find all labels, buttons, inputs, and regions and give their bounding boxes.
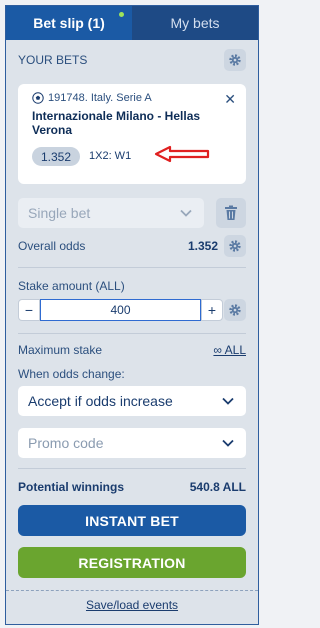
instant-bet-button[interactable]: INSTANT BET (18, 505, 246, 536)
chevron-down-icon (222, 439, 234, 447)
stake-input[interactable] (40, 299, 201, 321)
stake-decrease-button[interactable]: − (18, 299, 40, 321)
chevron-down-icon (180, 209, 192, 217)
odds-change-value: Accept if odds increase (28, 393, 173, 409)
chevron-down-icon (222, 397, 234, 405)
stake-settings-button[interactable] (224, 299, 246, 321)
arrow-annotation-icon (154, 145, 210, 163)
tab-bet-slip-label: Bet slip (1) (33, 15, 105, 31)
odds-change-label: When odds change: (18, 367, 125, 381)
max-stake-row: Maximum stake ∞ ALL (18, 343, 246, 357)
save-load-events-link[interactable]: Save/load events (6, 598, 258, 612)
trash-icon (225, 205, 237, 220)
registration-button[interactable]: REGISTRATION (18, 547, 246, 578)
notification-dot (119, 12, 124, 17)
divider (18, 267, 246, 268)
overall-odds-value: 1.352 (187, 239, 218, 253)
overall-odds-group: 1.352 (188, 235, 246, 257)
match-name: Internazionale Milano - Hellas Verona (32, 109, 201, 137)
max-stake-label: Maximum stake (18, 343, 103, 357)
close-icon[interactable]: ✕ (224, 91, 236, 108)
stake-header: Stake amount (ALL) (18, 279, 246, 293)
tab-bet-slip[interactable]: Bet slip (1) (6, 6, 132, 40)
bet-market: 1X2: W1 (89, 150, 132, 162)
stake-stepper: − + (18, 299, 223, 321)
bet-card: 191748. Italy. Serie A ✕ Internazionale … (18, 84, 246, 184)
divider (18, 468, 246, 469)
gear-icon (229, 304, 241, 316)
bet-slip-panel: Bet slip (1) My bets YOUR BETS 191748. I… (5, 5, 259, 625)
overall-odds-label: Overall odds (18, 239, 86, 253)
max-stake-link[interactable]: ∞ ALL (213, 343, 246, 357)
odds-settings-button[interactable] (224, 235, 246, 257)
bets-settings-button[interactable] (224, 49, 246, 71)
soccer-ball-icon (32, 92, 44, 104)
tab-bar: Bet slip (1) My bets (6, 6, 258, 40)
potential-winnings-row: Potential winnings 540.8 ALL (18, 480, 246, 494)
overall-odds-row: Overall odds 1.352 (18, 235, 246, 257)
potential-winnings-label: Potential winnings (18, 480, 125, 494)
gear-icon (229, 240, 241, 252)
promo-code-select[interactable]: Promo code (18, 428, 246, 458)
bet-odds-badge: 1.352 (32, 147, 80, 166)
your-bets-header: YOUR BETS (18, 49, 246, 71)
promo-code-placeholder: Promo code (28, 435, 104, 451)
gear-icon (229, 54, 241, 66)
stake-increase-button[interactable]: + (201, 299, 223, 321)
tab-my-bets[interactable]: My bets (132, 6, 258, 40)
bet-type-select[interactable]: Single bet (18, 198, 204, 228)
clear-bets-button[interactable] (216, 198, 246, 228)
divider (18, 333, 246, 334)
stake-label: Stake amount (ALL) (18, 279, 125, 293)
bet-type-value: Single bet (28, 205, 91, 221)
tab-my-bets-label: My bets (170, 15, 220, 31)
odds-change-header: When odds change: (18, 367, 246, 381)
dashed-divider (6, 590, 258, 591)
league-label: 191748. Italy. Serie A (48, 92, 152, 104)
your-bets-title: YOUR BETS (18, 53, 88, 67)
potential-winnings-value: 540.8 ALL (189, 480, 246, 494)
odds-change-select[interactable]: Accept if odds increase (18, 386, 246, 416)
league-line: 191748. Italy. Serie A (32, 92, 152, 104)
